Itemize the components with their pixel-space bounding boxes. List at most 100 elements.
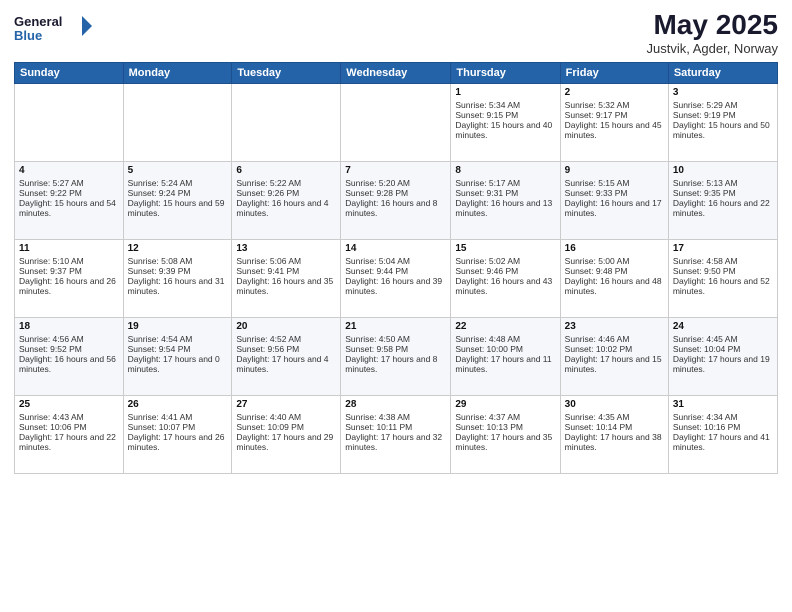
sunset-text: Sunset: 10:13 PM — [455, 422, 555, 432]
sunset-text: Sunset: 9:26 PM — [236, 188, 336, 198]
calendar-cell: 18Sunrise: 4:56 AMSunset: 9:52 PMDayligh… — [15, 317, 124, 395]
calendar-cell — [15, 83, 124, 161]
sunrise-text: Sunrise: 5:34 AM — [455, 100, 555, 110]
logo: General Blue — [14, 10, 94, 50]
calendar-cell: 28Sunrise: 4:38 AMSunset: 10:11 PMDaylig… — [341, 395, 451, 473]
sunrise-text: Sunrise: 4:54 AM — [128, 334, 228, 344]
daylight-text: Daylight: 17 hours and 32 minutes. — [345, 432, 446, 452]
calendar-week-2: 4Sunrise: 5:27 AMSunset: 9:22 PMDaylight… — [15, 161, 778, 239]
sunrise-text: Sunrise: 4:35 AM — [565, 412, 664, 422]
calendar-cell — [341, 83, 451, 161]
daylight-text: Daylight: 17 hours and 22 minutes. — [19, 432, 119, 452]
sunset-text: Sunset: 10:09 PM — [236, 422, 336, 432]
sunset-text: Sunset: 9:24 PM — [128, 188, 228, 198]
day-number: 23 — [565, 321, 664, 332]
header-monday: Monday — [123, 62, 232, 83]
sunrise-text: Sunrise: 4:50 AM — [345, 334, 446, 344]
svg-text:General: General — [14, 14, 62, 29]
calendar-cell: 25Sunrise: 4:43 AMSunset: 10:06 PMDaylig… — [15, 395, 124, 473]
header-sunday: Sunday — [15, 62, 124, 83]
header: General Blue May 2025 Justvik, Agder, No… — [14, 10, 778, 56]
calendar-week-5: 25Sunrise: 4:43 AMSunset: 10:06 PMDaylig… — [15, 395, 778, 473]
sunrise-text: Sunrise: 5:08 AM — [128, 256, 228, 266]
day-number: 20 — [236, 321, 336, 332]
day-number: 17 — [673, 243, 773, 254]
calendar-cell: 9Sunrise: 5:15 AMSunset: 9:33 PMDaylight… — [560, 161, 668, 239]
sunset-text: Sunset: 9:22 PM — [19, 188, 119, 198]
calendar-cell: 17Sunrise: 4:58 AMSunset: 9:50 PMDayligh… — [668, 239, 777, 317]
sunrise-text: Sunrise: 5:22 AM — [236, 178, 336, 188]
sunrise-text: Sunrise: 5:15 AM — [565, 178, 664, 188]
daylight-text: Daylight: 17 hours and 41 minutes. — [673, 432, 773, 452]
sunrise-text: Sunrise: 5:32 AM — [565, 100, 664, 110]
sunrise-text: Sunrise: 4:58 AM — [673, 256, 773, 266]
calendar-cell: 30Sunrise: 4:35 AMSunset: 10:14 PMDaylig… — [560, 395, 668, 473]
calendar-cell: 3Sunrise: 5:29 AMSunset: 9:19 PMDaylight… — [668, 83, 777, 161]
daylight-text: Daylight: 16 hours and 56 minutes. — [19, 354, 119, 374]
title-block: May 2025 Justvik, Agder, Norway — [647, 10, 779, 56]
sunset-text: Sunset: 9:33 PM — [565, 188, 664, 198]
sunset-text: Sunset: 9:28 PM — [345, 188, 446, 198]
sunset-text: Sunset: 9:17 PM — [565, 110, 664, 120]
sunrise-text: Sunrise: 5:24 AM — [128, 178, 228, 188]
sunset-text: Sunset: 9:58 PM — [345, 344, 446, 354]
daylight-text: Daylight: 17 hours and 26 minutes. — [128, 432, 228, 452]
sunrise-text: Sunrise: 5:20 AM — [345, 178, 446, 188]
sunrise-text: Sunrise: 5:04 AM — [345, 256, 446, 266]
sunset-text: Sunset: 10:14 PM — [565, 422, 664, 432]
sunrise-text: Sunrise: 4:38 AM — [345, 412, 446, 422]
sunset-text: Sunset: 9:19 PM — [673, 110, 773, 120]
sunset-text: Sunset: 10:02 PM — [565, 344, 664, 354]
daylight-text: Daylight: 16 hours and 4 minutes. — [236, 198, 336, 218]
day-number: 4 — [19, 165, 119, 176]
daylight-text: Daylight: 16 hours and 22 minutes. — [673, 198, 773, 218]
sunset-text: Sunset: 9:54 PM — [128, 344, 228, 354]
day-number: 16 — [565, 243, 664, 254]
sunset-text: Sunset: 9:44 PM — [345, 266, 446, 276]
day-number: 12 — [128, 243, 228, 254]
day-number: 24 — [673, 321, 773, 332]
header-saturday: Saturday — [668, 62, 777, 83]
calendar-cell: 8Sunrise: 5:17 AMSunset: 9:31 PMDaylight… — [451, 161, 560, 239]
calendar-cell — [123, 83, 232, 161]
calendar-cell: 4Sunrise: 5:27 AMSunset: 9:22 PMDaylight… — [15, 161, 124, 239]
sunset-text: Sunset: 9:35 PM — [673, 188, 773, 198]
day-number: 7 — [345, 165, 446, 176]
daylight-text: Daylight: 15 hours and 40 minutes. — [455, 120, 555, 140]
calendar-cell: 2Sunrise: 5:32 AMSunset: 9:17 PMDaylight… — [560, 83, 668, 161]
day-number: 13 — [236, 243, 336, 254]
sunset-text: Sunset: 10:07 PM — [128, 422, 228, 432]
sunset-text: Sunset: 9:39 PM — [128, 266, 228, 276]
calendar-cell: 20Sunrise: 4:52 AMSunset: 9:56 PMDayligh… — [232, 317, 341, 395]
day-number: 30 — [565, 399, 664, 410]
daylight-text: Daylight: 16 hours and 43 minutes. — [455, 276, 555, 296]
header-wednesday: Wednesday — [341, 62, 451, 83]
day-number: 2 — [565, 87, 664, 98]
calendar-cell: 12Sunrise: 5:08 AMSunset: 9:39 PMDayligh… — [123, 239, 232, 317]
day-number: 6 — [236, 165, 336, 176]
calendar-cell: 7Sunrise: 5:20 AMSunset: 9:28 PMDaylight… — [341, 161, 451, 239]
calendar: Sunday Monday Tuesday Wednesday Thursday… — [14, 62, 778, 474]
daylight-text: Daylight: 16 hours and 48 minutes. — [565, 276, 664, 296]
calendar-cell: 26Sunrise: 4:41 AMSunset: 10:07 PMDaylig… — [123, 395, 232, 473]
calendar-cell: 14Sunrise: 5:04 AMSunset: 9:44 PMDayligh… — [341, 239, 451, 317]
day-number: 10 — [673, 165, 773, 176]
day-number: 19 — [128, 321, 228, 332]
day-number: 5 — [128, 165, 228, 176]
sunrise-text: Sunrise: 5:13 AM — [673, 178, 773, 188]
sunset-text: Sunset: 9:15 PM — [455, 110, 555, 120]
daylight-text: Daylight: 16 hours and 39 minutes. — [345, 276, 446, 296]
sunrise-text: Sunrise: 5:29 AM — [673, 100, 773, 110]
calendar-week-3: 11Sunrise: 5:10 AMSunset: 9:37 PMDayligh… — [15, 239, 778, 317]
day-number: 11 — [19, 243, 119, 254]
sunrise-text: Sunrise: 5:10 AM — [19, 256, 119, 266]
calendar-header-row: Sunday Monday Tuesday Wednesday Thursday… — [15, 62, 778, 83]
sunset-text: Sunset: 10:11 PM — [345, 422, 446, 432]
header-tuesday: Tuesday — [232, 62, 341, 83]
sunrise-text: Sunrise: 4:52 AM — [236, 334, 336, 344]
logo-svg: General Blue — [14, 10, 94, 50]
day-number: 18 — [19, 321, 119, 332]
daylight-text: Daylight: 15 hours and 59 minutes. — [128, 198, 228, 218]
sunset-text: Sunset: 9:50 PM — [673, 266, 773, 276]
day-number: 26 — [128, 399, 228, 410]
